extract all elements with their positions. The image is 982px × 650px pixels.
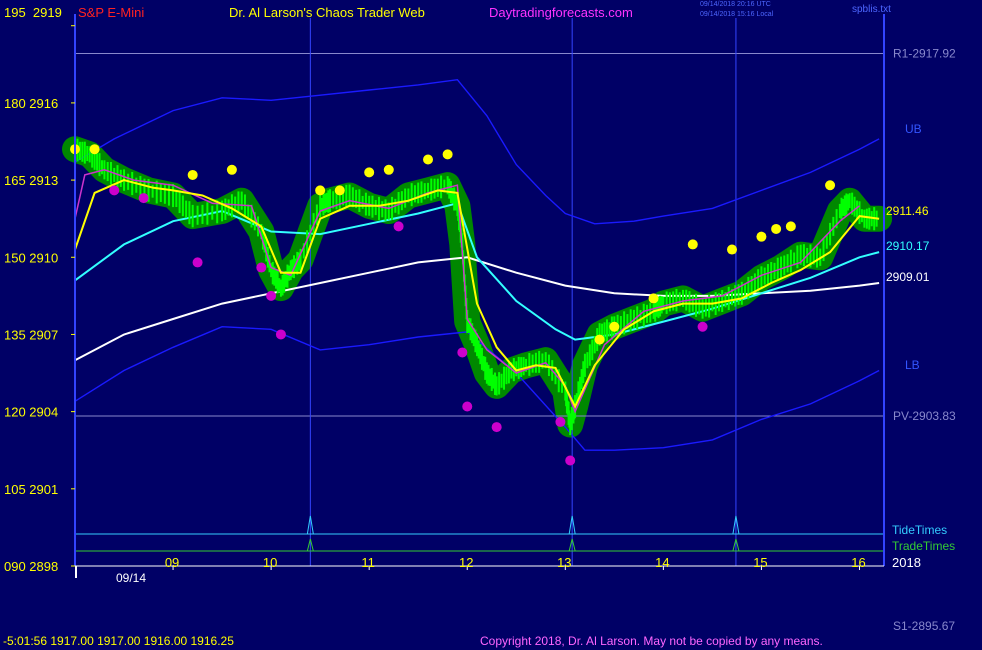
y-tick-label: 120 2904 <box>4 405 58 420</box>
low-dot <box>462 401 473 412</box>
year-label: 2018 <box>892 555 921 570</box>
lower-band-label: LB <box>905 358 920 372</box>
instrument-name: S&P E-Mini <box>78 5 145 20</box>
site-link[interactable]: Daytradingforecasts.com <box>489 5 633 20</box>
low-dot <box>457 347 468 358</box>
low-dot <box>138 193 149 204</box>
high-dot <box>364 167 375 178</box>
timing-row-label: TideTimes <box>892 523 947 537</box>
low-dot <box>192 257 203 268</box>
low-dot <box>275 329 286 340</box>
high-dot <box>687 239 698 250</box>
last-value-white: 2909.01 <box>886 270 930 284</box>
high-dot <box>383 164 394 175</box>
y-tick-label: 105 2901 <box>4 482 58 497</box>
low-dot <box>491 422 502 433</box>
low-dot <box>256 262 267 273</box>
x-tick-label: 13 <box>557 555 571 570</box>
high-dot <box>825 180 836 191</box>
x-tick-label: 11 <box>361 555 375 570</box>
high-dot <box>771 223 782 234</box>
timestamp-utc: 09/14/2018 20:16 UTC <box>700 1 771 8</box>
page-title: Dr. Al Larson's Chaos Trader Web <box>229 5 425 20</box>
high-dot <box>423 154 434 165</box>
high-dot <box>727 244 738 255</box>
low-dot <box>393 221 404 232</box>
high-dot <box>785 221 796 232</box>
low-dot <box>109 185 120 196</box>
level-label: R1-2917.92 <box>893 47 956 61</box>
high-dot <box>315 185 326 196</box>
high-dot <box>442 149 453 160</box>
x-tick-label: 09 <box>165 555 179 570</box>
high-dot <box>609 321 620 332</box>
last-value-yellow: 2911.46 <box>886 204 929 218</box>
y-tick-label: 090 2898 <box>4 559 58 574</box>
high-dot <box>594 334 605 345</box>
y-tick-label: 165 2913 <box>4 173 58 188</box>
x-tick-label: 15 <box>753 555 767 570</box>
high-dot <box>89 144 100 155</box>
cursor-readout: -5:01:56 1917.00 1917.00 1916.00 1916.25 <box>3 634 234 648</box>
x-tick-label: 14 <box>655 555 669 570</box>
high-dot <box>648 293 659 304</box>
high-dot <box>334 185 345 196</box>
x-tick-label: 16 <box>851 555 865 570</box>
chaos-trader-chart: R1-2917.92 PV-2903.83 S1-2895.67 UB LB 2911.4… <box>0 0 982 650</box>
timing-row-label: TradeTimes <box>892 539 955 553</box>
low-dot <box>697 321 708 332</box>
last-value-cyan: 2910.17 <box>886 239 930 253</box>
high-dot <box>226 164 237 175</box>
y-tick-label: 135 2907 <box>4 327 58 342</box>
high-dot <box>187 169 198 180</box>
data-file-name: spblis.txt <box>852 4 891 15</box>
header-scale-label: 195 2919 <box>4 5 62 20</box>
high-dot <box>756 231 767 242</box>
y-tick-label: 180 2916 <box>4 96 58 111</box>
low-dot <box>266 290 277 301</box>
chart-background <box>0 0 982 650</box>
y-tick-label: 150 2910 <box>4 250 58 265</box>
level-label: PV-2903.83 <box>893 409 956 423</box>
upper-band-label: UB <box>905 122 922 136</box>
x-tick-label: 10 <box>263 555 277 570</box>
x-tick-label: 12 <box>459 555 473 570</box>
copyright: Copyright 2018, Dr. Al Larson. May not b… <box>480 634 823 648</box>
low-dot <box>555 416 566 427</box>
low-dot <box>565 455 576 466</box>
date-label: 09/14 <box>116 571 146 585</box>
timestamp-local: 09/14/2018 15:16 Local <box>700 11 774 18</box>
level-label: S1-2895.67 <box>893 619 955 633</box>
